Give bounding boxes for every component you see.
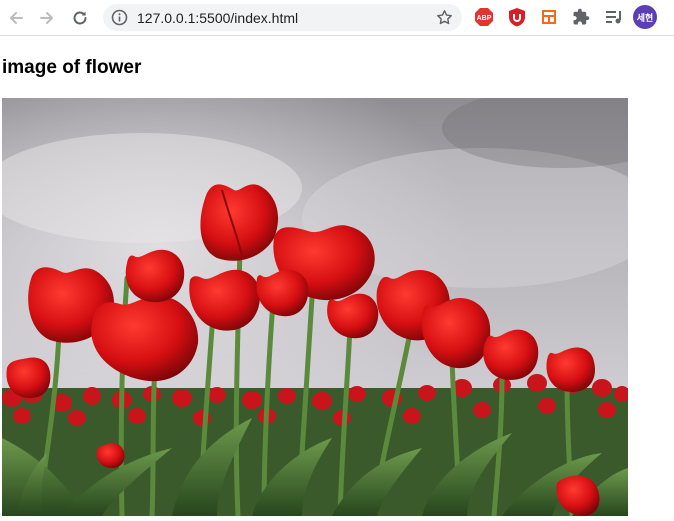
media-queue-icon	[606, 11, 621, 24]
ublock-icon	[509, 8, 525, 27]
layout-extension-icon	[542, 10, 556, 24]
star-icon[interactable]	[435, 8, 454, 27]
address-bar[interactable]: 127.0.0.1:5500/index.html	[103, 4, 462, 31]
reload-button[interactable]	[68, 6, 92, 30]
page-heading: image of flower	[2, 57, 142, 78]
puzzle-icon	[573, 8, 590, 25]
adblock-plus-icon: ABP	[475, 8, 493, 26]
adblock-plus-button[interactable]: ABP	[474, 7, 494, 27]
media-queue-button[interactable]	[604, 7, 624, 27]
back-button[interactable]	[4, 6, 28, 30]
profile-avatar[interactable]: 세현	[633, 5, 657, 29]
reload-icon	[73, 11, 87, 25]
ublock-button[interactable]	[507, 7, 527, 27]
forward-button[interactable]	[35, 6, 59, 30]
svg-text:ABP: ABP	[477, 15, 492, 22]
arrow-right-icon	[40, 12, 53, 24]
info-icon[interactable]	[111, 9, 128, 26]
extensions-button[interactable]	[571, 7, 591, 27]
browser-toolbar: 127.0.0.1:5500/index.html ABP 세현	[0, 0, 674, 36]
layout-extension-button[interactable]	[539, 7, 559, 27]
flower-image	[2, 98, 628, 516]
url-text[interactable]: 127.0.0.1:5500/index.html	[137, 10, 298, 26]
arrow-left-icon	[10, 12, 23, 24]
